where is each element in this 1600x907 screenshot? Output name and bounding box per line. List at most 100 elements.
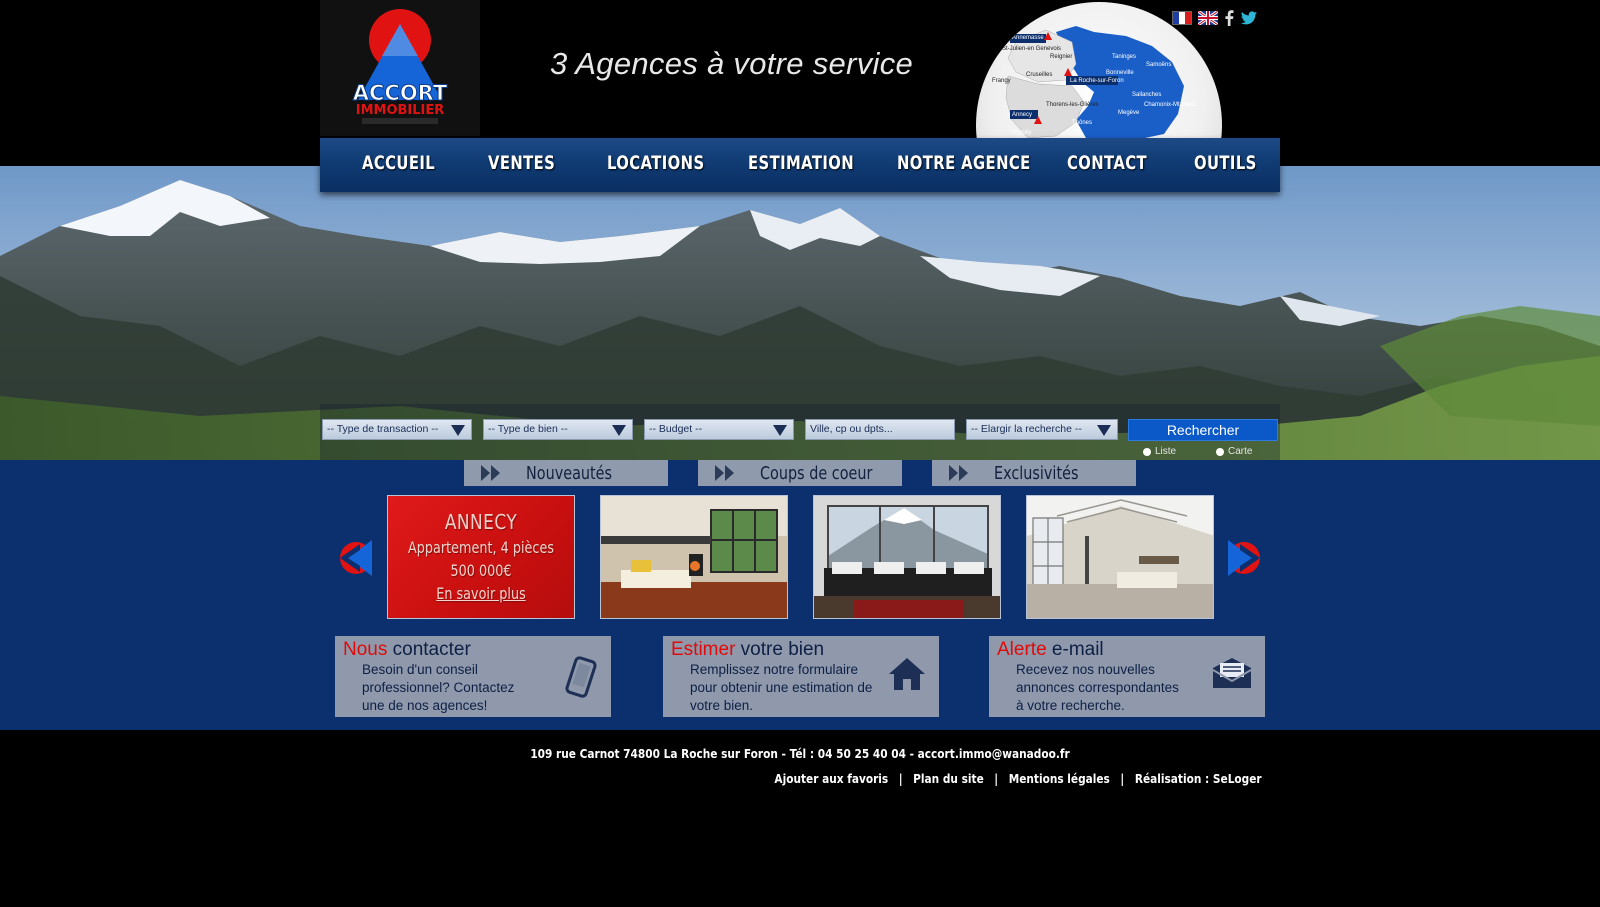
listing-photo-attic[interactable] [1026,495,1214,619]
nav-accueil[interactable]: ACCUEIL [362,152,435,174]
property-type-select-label: -- Type de bien -- [488,423,568,435]
map-label-reignier: Reignier [1050,54,1073,60]
flag-uk-icon[interactable] [1198,11,1218,25]
estimate-box-title-blue: votre bien [735,639,825,660]
tab-exclusivites-label: Exclusivités [994,462,1079,484]
map-label-megeve: Megève [1118,110,1140,116]
widen-search-select[interactable]: -- Elargir la recherche -- [966,419,1118,440]
double-chevron-icon [715,465,734,481]
tab-coups-de-coeur[interactable]: Coups de coeur [698,460,902,486]
listing-photo-loft[interactable] [600,495,788,619]
radio-dot [1216,447,1224,456]
sitemap-link[interactable]: Plan du site [914,772,985,786]
add-favorites-link[interactable]: Ajouter aux favoris [775,772,889,786]
contact-box-desc: Besoin d'un conseil professionnel? Conta… [362,662,515,713]
city-input[interactable]: Ville, cp ou dpts... [805,419,955,440]
listing-more-link[interactable]: En savoir plus [407,584,556,603]
sofa-interior-image [814,496,1000,618]
contact-box-title-red: Nous [343,639,388,660]
contact-box-title-blue: contacter [387,639,471,660]
listing-price: 500 000€ [450,561,512,580]
tab-exclusivites[interactable]: Exclusivités [932,460,1136,486]
radio-carte[interactable]: Carte [1216,446,1252,457]
logo-mark: ACCORT IMMOBILIER [352,9,448,124]
budget-select[interactable]: -- Budget -- [644,419,794,440]
map-label-stjulien: St-Julien-en Genevois [1002,46,1062,52]
estimate-box-title: Estimer votre bien [671,639,824,661]
contact-box[interactable]: Nous contacter Besoin d'un conseil profe… [335,636,611,717]
logo[interactable]: ACCORT IMMOBILIER [320,0,480,136]
radio-dot [1143,447,1151,456]
chevron-down-icon [612,425,626,436]
footer-email-link[interactable]: accort.immo@wanadoo.fr [918,747,1070,761]
email-alert-box-title-red: Alerte [997,639,1047,660]
facebook-icon[interactable] [1224,10,1234,26]
carousel-next-arrow-icon[interactable] [1226,538,1266,578]
listing-type: Appartement, 4 pièces [408,538,554,557]
radio-liste-label: Liste [1155,446,1177,457]
map-label-bonneville: Bonneville [1106,70,1134,76]
nav-contact[interactable]: CONTACT [1067,152,1147,174]
chevron-down-icon [451,425,465,436]
map-label-frangy: Frangy [992,78,1011,84]
radio-liste[interactable]: Liste [1143,446,1176,457]
featured-listing-card[interactable]: ANNECY Appartement, 4 pièces 500 000€ En… [387,495,575,619]
chevron-down-icon [1097,425,1111,436]
chevron-down-icon [773,425,787,436]
footer-separator: | [899,772,904,786]
smartphone-icon [565,656,597,698]
city-input-placeholder: Ville, cp ou dpts... [810,423,893,435]
footer-address-text: 109 rue Carnot 74800 La Roche sur Foron … [530,747,918,761]
transaction-select[interactable]: -- Type de transaction -- [322,419,472,440]
budget-select-label: -- Budget -- [649,423,703,435]
map-label-chamonix: Chamonix-Mt Blanc [1144,102,1197,108]
double-chevron-icon [481,465,500,481]
footer-address: 109 rue Carnot 74800 La Roche sur Foron … [96,747,1504,761]
estimate-box-title-red: Estimer [671,639,736,660]
email-alert-box-title-blue: e-mail [1046,639,1104,660]
map-label-larochesurforon: La Roche-sur-Foron [1070,78,1124,84]
contact-box-title: Nous contacter [343,639,471,661]
flag-fr-icon[interactable] [1172,11,1192,25]
email-alert-box-desc: Recevez nos nouvelles annonces correspon… [1016,662,1179,713]
nav-notre-agence[interactable]: NOTRE AGENCE [897,152,1031,174]
credits-link[interactable]: Réalisation : SeLoger [1135,772,1262,786]
logo-text-top: ACCORT [353,81,448,105]
map-label-rumilly: Rumilly [1012,130,1032,136]
tagline: 3 Agences à votre service [550,46,914,81]
search-button[interactable]: Rechercher [1128,419,1278,441]
map-label-annecy: Annecy [1012,112,1033,118]
map-label-samoens: Samoëns [1146,62,1172,68]
tab-nouveautes[interactable]: Nouveautés [464,460,668,486]
nav-locations[interactable]: LOCATIONS [607,152,705,174]
nav-estimation[interactable]: ESTIMATION [748,152,854,174]
radio-carte-label: Carte [1228,446,1253,457]
main-nav: ACCUEIL VENTES LOCATIONS ESTIMATION NOTR… [320,138,1280,192]
envelope-icon [1212,658,1252,688]
map-label-sallanches: Sallanches [1132,92,1162,98]
logo-text-bottom: IMMOBILIER [356,103,445,118]
nav-ventes[interactable]: VENTES [488,152,555,174]
property-type-select[interactable]: -- Type de bien -- [483,419,633,440]
map-label-cruseilles: Cruseilles [1026,72,1053,78]
listing-photo-sofa[interactable] [813,495,1001,619]
footer-separator: | [1120,772,1125,786]
listing-city: ANNECY [444,510,518,534]
tab-coups-de-coeur-label: Coups de coeur [760,462,873,484]
email-alert-box[interactable]: Alerte e-mail Recevez nos nouvelles anno… [989,636,1265,717]
loft-interior-image [601,496,787,618]
map-label-thorens: Thorens-les-Glières [1046,102,1099,108]
tab-nouveautes-label: Nouveautés [526,462,613,484]
twitter-icon[interactable] [1240,11,1258,25]
double-chevron-icon [949,465,968,481]
map-label-taninges: Taninges [1112,54,1137,60]
carousel-prev-arrow-icon[interactable] [334,538,374,578]
estimate-box[interactable]: Estimer votre bien Remplissez notre form… [663,636,939,717]
nav-outils[interactable]: OUTILS [1194,152,1257,174]
legal-link[interactable]: Mentions légales [1009,772,1110,786]
footer-links: Ajouter aux favoris | Plan du site | Men… [775,772,1262,786]
transaction-select-label: -- Type de transaction -- [327,423,439,435]
map-label-thones: Thônes [1072,120,1093,126]
house-icon [889,658,925,690]
email-alert-box-title: Alerte e-mail [997,639,1104,661]
